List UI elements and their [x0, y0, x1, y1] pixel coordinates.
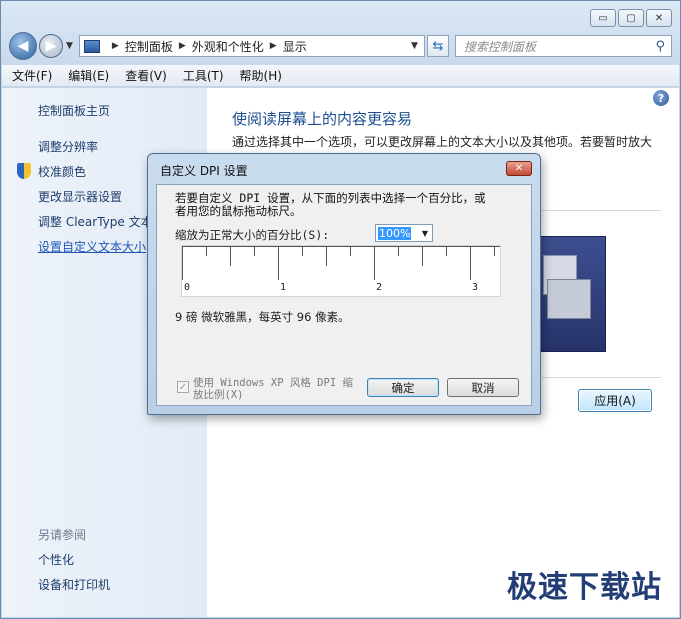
- menu-edit[interactable]: 编辑(E): [68, 67, 109, 84]
- adjust-resolution-link[interactable]: 调整分辨率: [38, 138, 98, 155]
- forward-button[interactable]: ▶: [39, 34, 63, 58]
- recent-pages-dropdown-icon[interactable]: ▼: [66, 41, 73, 51]
- ruler-label: 2: [376, 282, 383, 293]
- menu-help[interactable]: 帮助(H): [240, 67, 282, 84]
- devices-and-printers-link[interactable]: 设备和打印机: [38, 576, 110, 593]
- xp-style-checkbox-label: 使用 Windows XP 风格 DPI 缩放比例(X): [193, 377, 353, 401]
- ruler-label: 3: [472, 282, 479, 293]
- display-preview-image: [538, 236, 606, 352]
- menu-bar: 文件(F) 编辑(E) 查看(V) 工具(T) 帮助(H): [2, 65, 679, 87]
- dialog-body: 若要自定义 DPI 设置，从下面的列表中选择一个百分比，或者用您的鼠标拖动标尺。…: [156, 184, 532, 406]
- shield-icon: [17, 163, 31, 179]
- page-title: 使阅读屏幕上的内容更容易: [232, 110, 413, 128]
- see-also-heading: 另请参阅: [38, 528, 87, 542]
- font-sample-text: 9 磅 微软雅黑，每英寸 96 像素。: [175, 310, 350, 324]
- scale-percentage-label: 缩放为正常大小的百分比(S):: [175, 228, 330, 242]
- control-panel-window: ▭ ▢ ✕ ◀ ▶ ▼ ▶ 控制面板 ▶ 外观和个性化 ▶ 显示 ▼ ⇆ 搜索控…: [0, 0, 681, 619]
- ruler-tick: [470, 246, 471, 280]
- set-custom-text-size-link[interactable]: 设置自定义文本大小: [38, 238, 146, 255]
- forward-arrow-icon: ▶: [45, 38, 57, 54]
- dpi-ruler[interactable]: 0 1 2 3: [181, 245, 501, 297]
- breadcrumb-separator-icon[interactable]: ▶: [270, 41, 277, 51]
- ruler-tick: [494, 246, 495, 256]
- ruler-tick: [206, 246, 207, 256]
- menu-tools[interactable]: 工具(T): [183, 67, 224, 84]
- apply-button[interactable]: 应用(A): [578, 389, 652, 412]
- personalization-link[interactable]: 个性化: [38, 551, 74, 568]
- xp-style-checkbox[interactable]: ✓: [177, 381, 189, 393]
- search-icon[interactable]: ⚲: [655, 39, 665, 54]
- ruler-tick: [326, 246, 327, 266]
- ruler-tick: [350, 246, 351, 256]
- refresh-icon: ⇆: [432, 38, 444, 54]
- address-dropdown-icon[interactable]: ▼: [411, 41, 418, 51]
- maximize-button[interactable]: ▢: [618, 9, 644, 27]
- ruler-tick: [182, 246, 183, 280]
- ruler-tick: [278, 246, 279, 280]
- help-icon[interactable]: ?: [653, 90, 669, 106]
- back-button[interactable]: ◀: [9, 32, 37, 60]
- ruler-tick: [230, 246, 231, 266]
- breadcrumb-control-panel[interactable]: 控制面板: [125, 38, 173, 55]
- adjust-cleartype-link[interactable]: 调整 ClearType 文本: [38, 213, 153, 230]
- control-panel-icon: [83, 39, 100, 53]
- breadcrumb-appearance[interactable]: 外观和个性化: [192, 38, 264, 55]
- menu-file[interactable]: 文件(F): [12, 67, 52, 84]
- section-divider: [542, 210, 661, 211]
- scale-percentage-select[interactable]: 100% ▼: [375, 224, 433, 242]
- control-panel-home-link[interactable]: 控制面板主页: [38, 102, 110, 119]
- menu-view[interactable]: 查看(V): [125, 67, 167, 84]
- dialog-title: 自定义 DPI 设置: [160, 164, 248, 178]
- ok-button[interactable]: 确定: [367, 378, 439, 397]
- scale-percentage-value: 100%: [378, 226, 412, 240]
- page-description: 通过选择其中一个选项，可以更改屏幕上的文本大小以及其他项。若要暂时放大: [232, 135, 653, 149]
- back-arrow-icon: ◀: [17, 38, 29, 54]
- ruler-tick: [302, 246, 303, 256]
- ruler-tick: [398, 246, 399, 256]
- search-input[interactable]: 搜索控制面板 ⚲: [454, 35, 672, 57]
- breadcrumb-separator-icon[interactable]: ▶: [112, 41, 119, 51]
- ruler-tick: [422, 246, 423, 266]
- site-watermark: 极速下载站: [507, 570, 662, 605]
- custom-dpi-dialog: 自定义 DPI 设置 ✕ 若要自定义 DPI 设置，从下面的列表中选择一个百分比…: [147, 153, 541, 415]
- search-placeholder: 搜索控制面板: [463, 39, 536, 54]
- change-display-settings-link[interactable]: 更改显示器设置: [38, 188, 122, 205]
- minimize-button[interactable]: ▭: [590, 9, 616, 27]
- section-divider: [542, 377, 661, 378]
- chevron-down-icon: ▼: [421, 228, 428, 238]
- close-button[interactable]: ✕: [646, 9, 672, 27]
- breadcrumb-display[interactable]: 显示: [283, 38, 307, 55]
- ruler-label: 0: [184, 282, 191, 293]
- preview-window-icon: [547, 279, 591, 319]
- ruler-tick: [374, 246, 375, 280]
- address-bar[interactable]: ▶ 控制面板 ▶ 外观和个性化 ▶ 显示 ▼: [78, 35, 425, 57]
- breadcrumb-separator-icon[interactable]: ▶: [179, 41, 186, 51]
- refresh-button[interactable]: ⇆: [426, 35, 449, 57]
- ruler-tick: [254, 246, 255, 256]
- dialog-instruction: 若要自定义 DPI 设置，从下面的列表中选择一个百分比，或者用您的鼠标拖动标尺。: [175, 191, 486, 218]
- navigation-bar: ◀ ▶ ▼ ▶ 控制面板 ▶ 外观和个性化 ▶ 显示 ▼ ⇆ 搜索控制面板 ⚲: [9, 31, 672, 61]
- cancel-button[interactable]: 取消: [447, 378, 519, 397]
- ruler-tick: [446, 246, 447, 256]
- dialog-close-button[interactable]: ✕: [506, 161, 532, 176]
- caption-buttons: ▭ ▢ ✕: [590, 9, 672, 27]
- calibrate-color-link[interactable]: 校准颜色: [38, 163, 86, 180]
- ruler-label: 1: [280, 282, 287, 293]
